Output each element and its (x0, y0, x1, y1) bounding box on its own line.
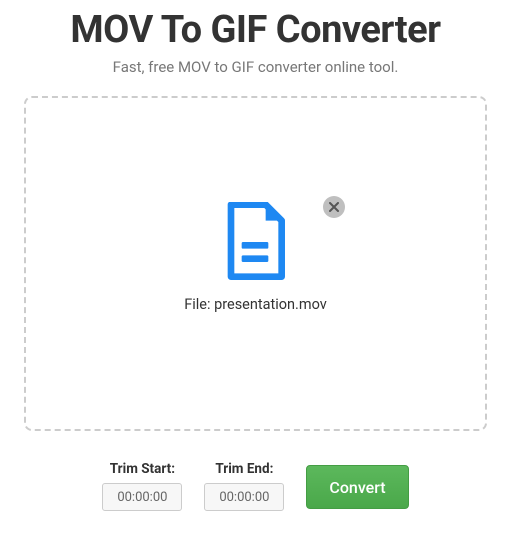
close-icon (329, 202, 339, 212)
file-icon (223, 202, 287, 282)
trim-start-field: Trim Start: (102, 461, 182, 511)
controls-row: Trim Start: Trim End: Convert (20, 461, 491, 511)
remove-file-button[interactable] (323, 196, 345, 218)
convert-button[interactable]: Convert (306, 465, 408, 509)
trim-start-input[interactable] (102, 483, 182, 511)
trim-start-label: Trim Start: (110, 461, 175, 477)
page-title: MOV To GIF Converter (20, 8, 491, 52)
uploaded-file: File: presentation.mov (184, 202, 327, 313)
trim-end-field: Trim End: (204, 461, 284, 511)
trim-end-label: Trim End: (215, 461, 273, 477)
file-name-label: File: presentation.mov (184, 296, 327, 313)
converter-panel: MOV To GIF Converter Fast, free MOV to G… (0, 8, 511, 511)
page-subtitle: Fast, free MOV to GIF converter online t… (20, 58, 491, 76)
file-prefix: File: (184, 296, 214, 313)
file-name: presentation.mov (214, 296, 327, 313)
trim-end-input[interactable] (204, 483, 284, 511)
file-dropzone[interactable]: File: presentation.mov (24, 96, 487, 431)
